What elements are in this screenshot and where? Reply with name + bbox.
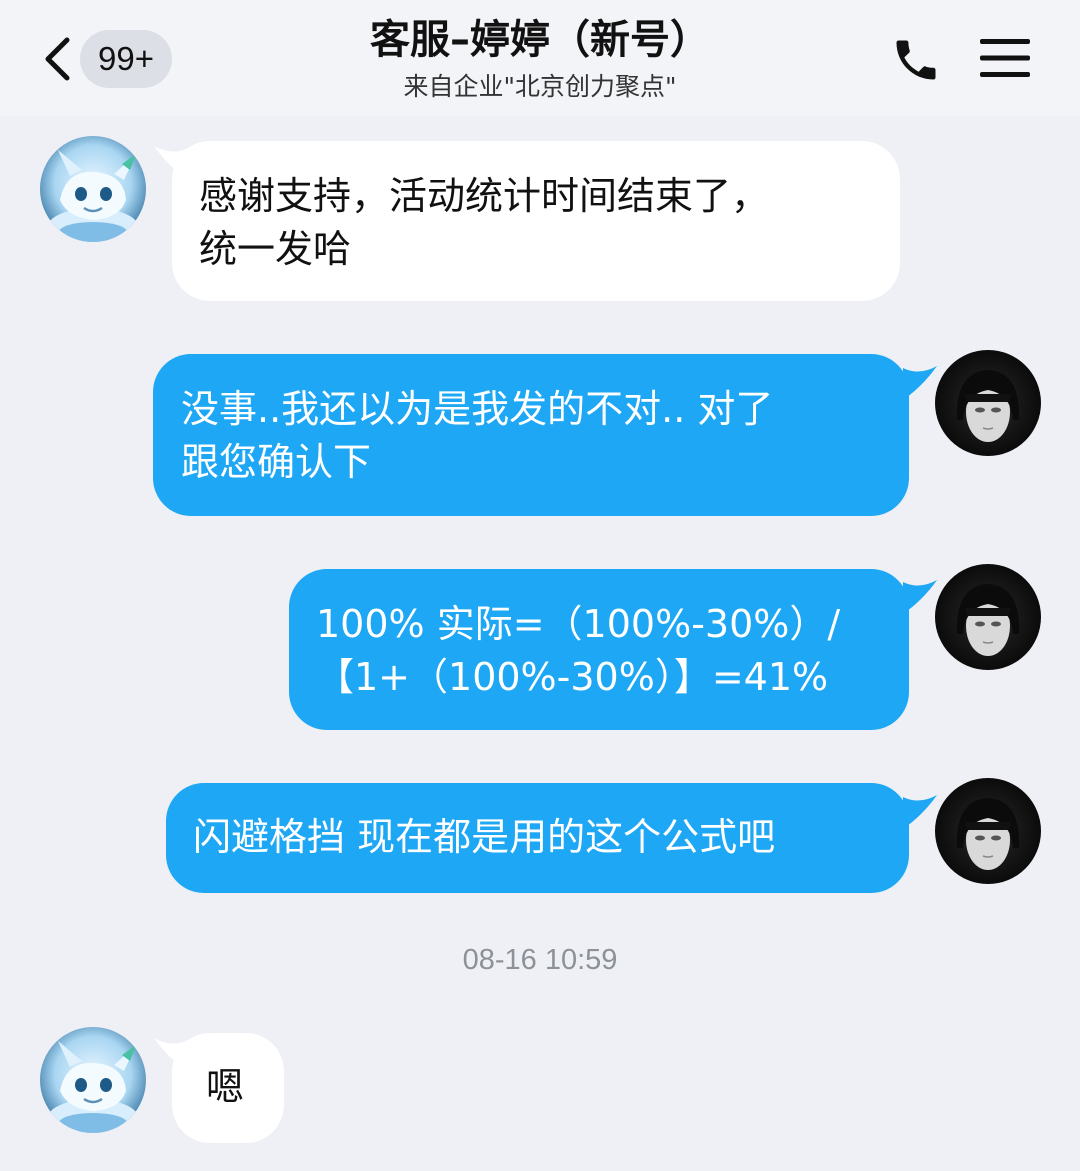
chat-subtitle: 来自企业"北京创力聚点": [403, 72, 677, 101]
message-timestamp: 08-16 10:59: [462, 944, 618, 976]
chat-header: 99+ 客服–婷婷（新号） 来自企业"北京创力聚点": [0, 0, 1080, 116]
message-bubble-outgoing[interactable]: 闪避格挡 现在都是用的这个公式吧: [166, 783, 909, 893]
unread-count-badge: 99+: [80, 30, 172, 88]
back-arrow-icon: [45, 37, 70, 81]
chat-title: 客服–婷婷（新号）: [370, 17, 710, 63]
back-button[interactable]: 99+: [30, 30, 180, 88]
user-avatar[interactable]: [935, 778, 1041, 884]
message-text-line: 统一发哈: [199, 227, 352, 271]
agent-avatar[interactable]: [40, 1027, 146, 1133]
user-avatar[interactable]: [935, 350, 1041, 456]
message-text-line: 没事..我还以为是我发的不对.. 对了: [181, 387, 774, 431]
bubble-tail: [903, 795, 937, 829]
message-bubble-incoming[interactable]: 嗯: [172, 1033, 284, 1143]
bubble-tail: [903, 580, 937, 614]
message-text-line: 跟您确认下: [181, 440, 372, 484]
message-bubble-outgoing[interactable]: 没事..我还以为是我发的不对.. 对了 跟您确认下: [153, 354, 909, 516]
message-bubble-incoming[interactable]: 感谢支持，活动统计时间结束了， 统一发哈: [172, 141, 900, 301]
message-text-line: 【1+（100%-30%）】=41%: [316, 655, 829, 699]
phone-icon[interactable]: [890, 34, 942, 86]
message-text-line: 嗯: [206, 1065, 245, 1109]
message-text-line: 感谢支持，活动统计时间结束了，: [199, 174, 770, 218]
message-text-line: 100% 实际=（100%-30%）/: [316, 602, 841, 646]
user-avatar[interactable]: [935, 564, 1041, 670]
bubble-tail: [903, 366, 937, 400]
agent-avatar[interactable]: [40, 136, 146, 242]
message-text-line: 闪避格挡 现在都是用的这个公式吧: [193, 815, 776, 859]
message-bubble-outgoing[interactable]: 100% 实际=（100%-30%）/ 【1+（100%-30%）】=41%: [289, 569, 909, 730]
menu-icon[interactable]: [978, 34, 1032, 82]
